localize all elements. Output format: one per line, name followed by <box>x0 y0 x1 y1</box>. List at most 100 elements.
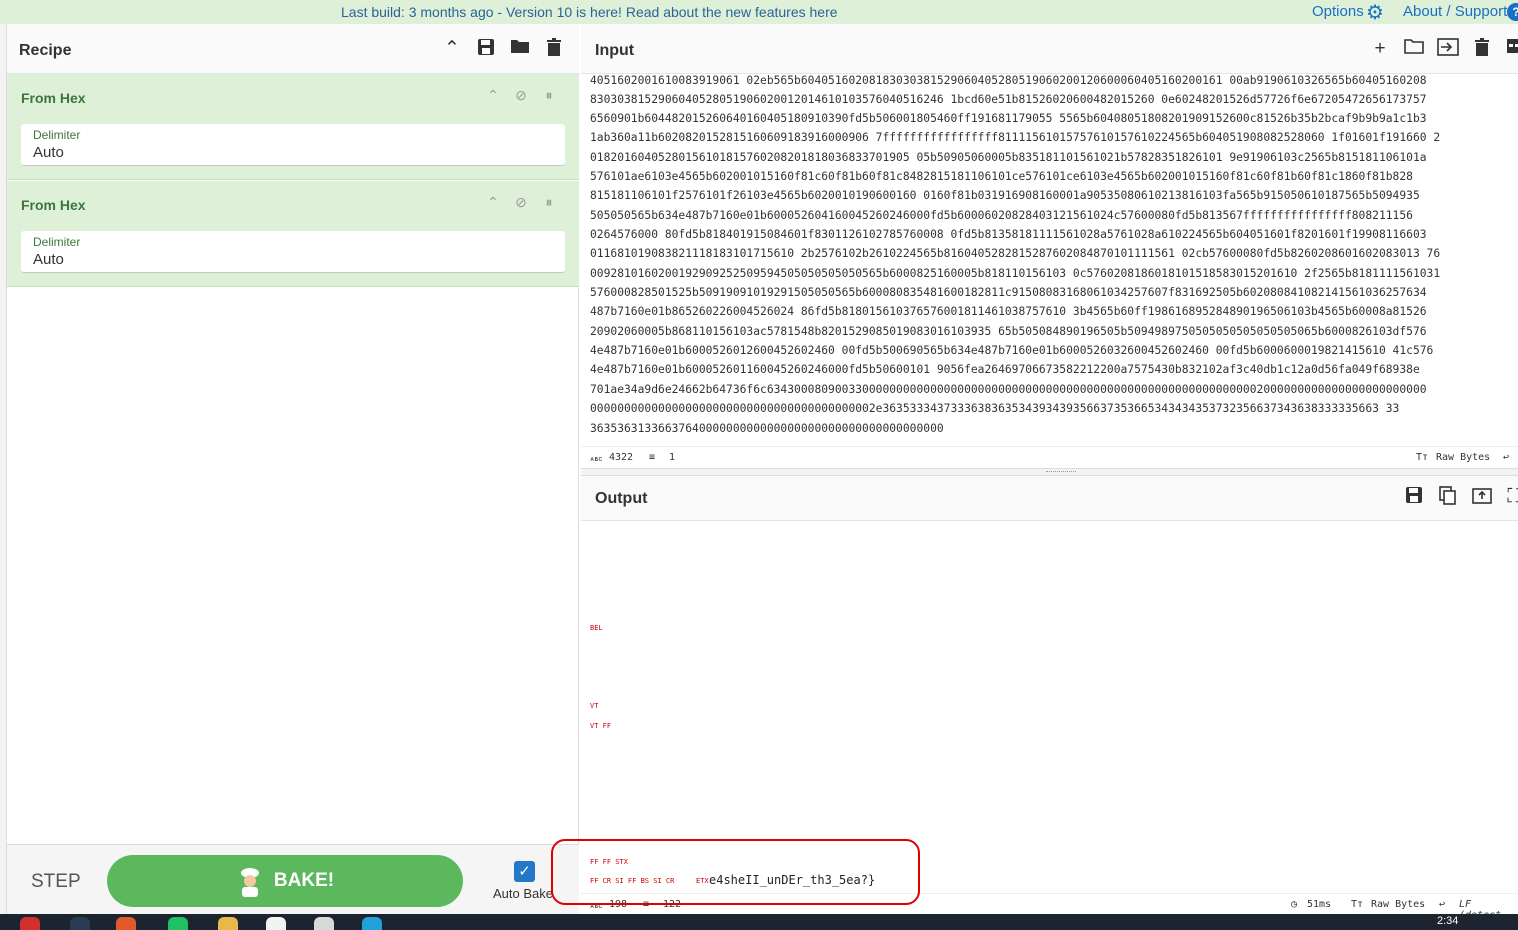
input-encoding[interactable]: Raw Bytes <box>1436 452 1490 463</box>
input-char-count: 4322 <box>609 452 634 463</box>
eol-icon: ↩ <box>1439 899 1446 910</box>
input-pane: Input + 4051602001610083919061 02eb565b6… <box>581 24 1518 468</box>
delimiter-label: Delimiter <box>33 235 81 249</box>
chevron-up-icon[interactable]: ⌃ <box>484 86 502 104</box>
recipe-pane: Recipe ⌃ From Hex ⌃ ⊘ ⏸ Delimiter Auto F… <box>7 24 579 914</box>
banner-link[interactable]: here <box>810 4 838 20</box>
disable-icon[interactable]: ⊘ <box>512 86 530 104</box>
operation-from-hex-1[interactable]: From Hex ⌃ ⊘ ⏸ Delimiter Auto <box>7 74 579 180</box>
delimiter-label: Delimiter <box>33 128 81 142</box>
input-line: 505050565b634e487b7160e01b60005260416004… <box>590 209 1413 222</box>
folder-icon[interactable] <box>509 38 531 60</box>
input-line: 576000828501525b50919091019291505050565b… <box>590 286 1427 299</box>
input-line: 3635363133663764000000000000000000000000… <box>590 422 944 435</box>
app-icon[interactable] <box>218 917 238 930</box>
top-banner: Last build: 3 months ago - Version 10 is… <box>0 0 1518 24</box>
annotation-highlight-box <box>551 839 920 905</box>
input-line: 701ae34a9d6e24662b64736f6c63430008090033… <box>590 383 1427 396</box>
pane-divider[interactable] <box>581 468 1518 476</box>
auto-bake-checkbox[interactable]: ✓ <box>514 861 535 882</box>
input-line: 4e487b7160e01b600052601160045260246000fd… <box>590 363 1420 376</box>
output-header: Output ⛶ <box>581 476 1518 521</box>
input-line: 4051602001610083919061 02eb565b604051602… <box>590 74 1427 87</box>
input-line: 011681019083821118183101715610 2b2576102… <box>590 247 1441 260</box>
input-line: 1ab360a11b602082015281516060918391600090… <box>590 131 1441 144</box>
input-line: 576101ae6103e4565b602001015160f81c60f81b… <box>590 170 1413 183</box>
input-line: 4e487b7160e01b6000526012600452602460 00f… <box>590 344 1434 357</box>
app-icon[interactable] <box>266 917 286 930</box>
bake-bar: STEP BAKE! ✓ Auto Bake <box>7 844 579 914</box>
font-icon: Tт <box>1351 899 1364 910</box>
input-line: 815181106101f2576101f26103e4565b60200101… <box>590 189 1420 202</box>
app-icon[interactable] <box>116 917 136 930</box>
input-status-bar: ᴀʙᴄ 4322 ≡ 1 Tт Raw Bytes ↩ <box>581 446 1518 468</box>
auto-bake-label: Auto Bake <box>493 886 553 901</box>
operation-title: From Hex <box>21 90 86 106</box>
delimiter-value: Auto <box>33 144 64 161</box>
font-icon: Tт <box>1416 452 1429 463</box>
gear-icon[interactable]: ⚙ <box>1366 2 1388 24</box>
operation-from-hex-2[interactable]: From Hex ⌃ ⊘ ⏸ Delimiter Auto <box>7 181 579 287</box>
input-line: 0182016040528015610181576020820181803683… <box>590 151 1427 164</box>
left-edge-strip <box>0 24 7 914</box>
save-icon[interactable] <box>475 38 497 60</box>
delimiter-field[interactable]: Delimiter Auto <box>21 231 565 273</box>
replace-input-icon[interactable] <box>1471 486 1493 508</box>
clock-icon: ◷ <box>1291 899 1298 910</box>
input-line: 8303038152906040528051906020012014610103… <box>590 93 1427 106</box>
divider-grip[interactable] <box>1046 471 1076 473</box>
control-char-bel: BEL <box>590 624 603 632</box>
output-title: Output <box>595 490 648 507</box>
bake-button[interactable]: BAKE! <box>107 855 463 907</box>
copy-icon[interactable] <box>1437 486 1459 508</box>
recipe-title: Recipe <box>19 42 72 59</box>
app-icon[interactable] <box>20 917 40 930</box>
input-line: 487b7160e01b865260226004526024 86fd5b818… <box>590 305 1427 318</box>
input-header: Input + <box>581 24 1518 74</box>
bake-time: 51ms <box>1307 899 1332 910</box>
banner-message: Last build: 3 months ago - Version 10 is… <box>341 4 838 20</box>
eol-icon: ↩ <box>1503 452 1510 463</box>
layout-icon[interactable] <box>1503 38 1518 60</box>
input-line: 20902060005b868110156103ac5781548b820152… <box>590 325 1427 338</box>
chevron-up-icon[interactable]: ⌃ <box>484 193 502 211</box>
app-icon[interactable] <box>70 917 90 930</box>
taskbar-clock[interactable]: 2:34 <box>1437 915 1458 927</box>
about-support-link[interactable]: About / Support <box>1403 3 1507 20</box>
input-title: Input <box>595 42 635 59</box>
delimiter-field[interactable]: Delimiter Auto <box>21 124 565 166</box>
add-icon[interactable]: + <box>1369 38 1391 60</box>
control-char-vt-ff: VT FF <box>590 722 612 730</box>
trash-icon[interactable] <box>543 38 565 60</box>
disable-icon[interactable]: ⊘ <box>512 193 530 211</box>
maximize-icon[interactable]: ⛶ <box>1503 486 1518 508</box>
folder-icon[interactable] <box>1403 38 1425 60</box>
delimiter-value: Auto <box>33 251 64 268</box>
chef-icon <box>236 866 264 897</box>
chevron-up-icon[interactable]: ⌃ <box>441 38 463 60</box>
taskbar: 2:34 <box>0 914 1518 930</box>
app-icon[interactable] <box>168 917 188 930</box>
pause-icon[interactable]: ⏸ <box>540 193 558 211</box>
bake-label: BAKE! <box>273 870 335 891</box>
app-icon[interactable] <box>314 917 334 930</box>
input-line: 0092810160200192909252509594505050505050… <box>590 267 1441 280</box>
options-link[interactable]: Options <box>1312 3 1364 20</box>
app-icon[interactable] <box>362 917 382 930</box>
save-icon[interactable] <box>1403 486 1425 508</box>
control-char-vt: VT <box>590 702 599 710</box>
input-line: 0264576000 80fd5b818401915084601f8301126… <box>590 228 1427 241</box>
input-line: 6560901b604482015260640160405180910390fd… <box>590 112 1427 125</box>
help-icon[interactable]: ? <box>1507 3 1518 21</box>
length-icon: ᴀʙᴄ <box>590 455 603 463</box>
pause-icon[interactable]: ⏸ <box>540 86 558 104</box>
operation-title: From Hex <box>21 197 86 213</box>
recipe-header: Recipe ⌃ <box>7 24 579 74</box>
lines-icon: ≡ <box>649 452 656 463</box>
step-button[interactable]: STEP <box>31 871 81 893</box>
output-encoding[interactable]: Raw Bytes <box>1371 899 1425 910</box>
import-icon[interactable] <box>1437 38 1459 60</box>
trash-icon[interactable] <box>1471 38 1493 60</box>
input-line: 0000000000000000000000000000000000000000… <box>590 402 1400 415</box>
input-line-count: 1 <box>669 452 676 463</box>
